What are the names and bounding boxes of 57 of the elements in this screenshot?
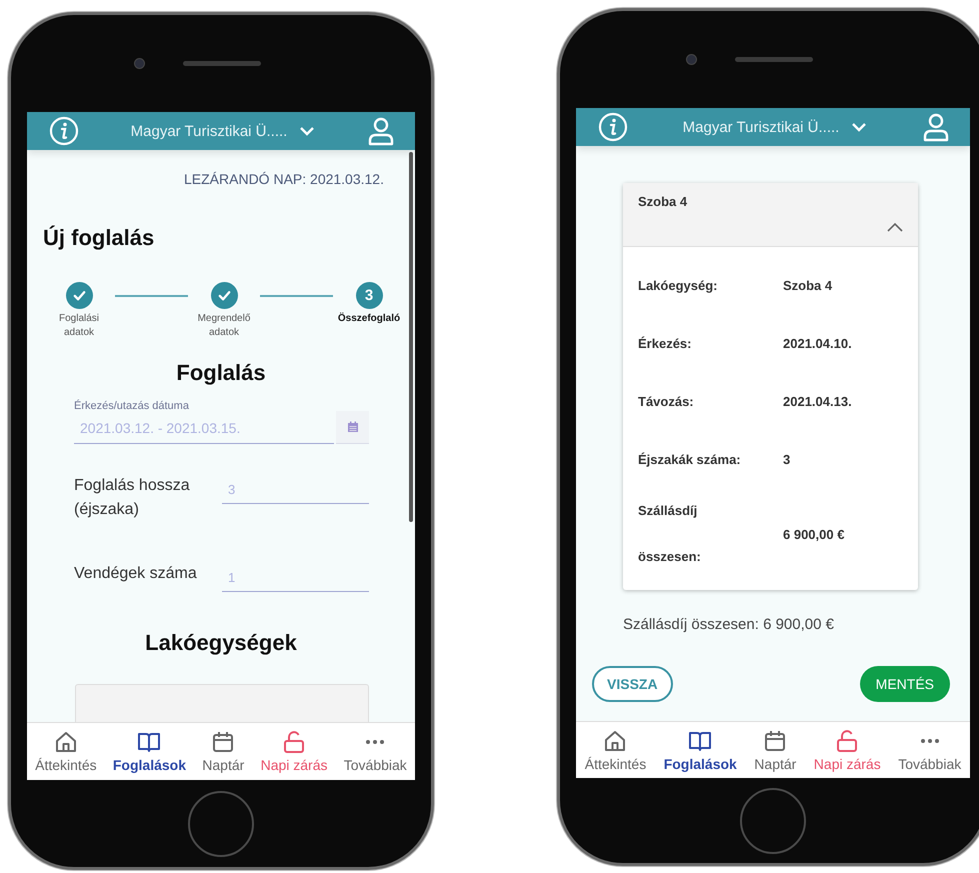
detail-value: 6 900,00 € — [783, 526, 844, 542]
unlocked-padlock-icon — [282, 730, 306, 754]
detail-label: Érkezés: — [638, 336, 692, 350]
speaker-icon — [183, 61, 261, 66]
back-button[interactable]: VISSZA — [592, 666, 673, 702]
nav-tab[interactable]: Áttekintés — [34, 730, 98, 773]
date-field[interactable]: Érkezés/utazás dátuma 2021.03.12. - 2021.03.15. — [74, 400, 334, 444]
closing-day-label: LEZÁRANDÓ NAP: 2021.03.12. — [183, 170, 385, 187]
save-button[interactable]: MENTÉS — [860, 666, 950, 702]
speaker-icon — [735, 57, 813, 62]
page-title: Új foglalás — [43, 225, 156, 251]
step-number: 3 — [356, 282, 382, 309]
detail-label: Éjszakák száma: — [638, 452, 742, 466]
nav-tab[interactable]: Foglalások — [662, 728, 738, 772]
step-label: Megrendelő adatok — [196, 312, 252, 340]
nav-tab[interactable]: Naptár — [753, 728, 798, 772]
book-icon — [137, 730, 162, 754]
total-price: Szállásdíj összesen: 6 900,00 € — [623, 616, 835, 633]
detail-value: 2021.04.10. — [783, 336, 852, 350]
detail-label: Távozás: — [638, 394, 695, 408]
step-label: Összefoglaló — [338, 312, 400, 326]
calendar-icon — [346, 421, 358, 433]
nav-tab[interactable]: Továbbiak — [897, 728, 962, 772]
section-title: Foglalás — [175, 360, 267, 386]
home-button[interactable] — [740, 788, 806, 854]
detail-label: Lakóegység: — [638, 278, 718, 292]
home-icon — [54, 730, 78, 754]
calendar-icon — [763, 728, 788, 752]
unlocked-padlock-icon — [835, 728, 860, 752]
more-icon — [366, 740, 384, 744]
nav-tab[interactable]: Napi zárás — [812, 728, 882, 772]
detail-value: Szoba 4 — [783, 278, 832, 292]
info-icon — [49, 116, 79, 146]
field-label: Vendégek száma — [74, 564, 198, 584]
nav-tab[interactable]: Továbbiak — [342, 730, 408, 773]
detail-value: 3 — [783, 452, 790, 466]
nav-tab[interactable]: Foglalások — [112, 730, 188, 773]
home-button[interactable] — [188, 790, 254, 856]
nav-tab[interactable]: Áttekintés — [584, 728, 648, 772]
detail-value: 2021.04.13. — [783, 394, 852, 408]
card-header[interactable]: Szoba 4 — [623, 183, 918, 247]
camera-icon — [686, 54, 697, 65]
user-icon — [922, 112, 950, 142]
nav-tab[interactable]: Naptár — [201, 730, 246, 773]
info-icon — [598, 112, 628, 142]
user-icon — [366, 116, 395, 146]
more-icon — [920, 738, 939, 742]
card-title: Szoba 4 — [638, 194, 688, 211]
home-icon — [603, 728, 628, 752]
date-picker-button[interactable] — [336, 411, 369, 444]
step-label: Foglalási adatok — [58, 312, 100, 340]
field-label: Foglalás hossza (éjszaka) — [74, 476, 191, 520]
calendar-icon — [211, 730, 236, 754]
section-title: Lakóegységek — [144, 630, 298, 656]
camera-icon — [134, 58, 145, 69]
nav-tab[interactable]: Napi zárás — [260, 730, 328, 773]
detail-label: Szállásdíj összesen: — [638, 502, 702, 566]
